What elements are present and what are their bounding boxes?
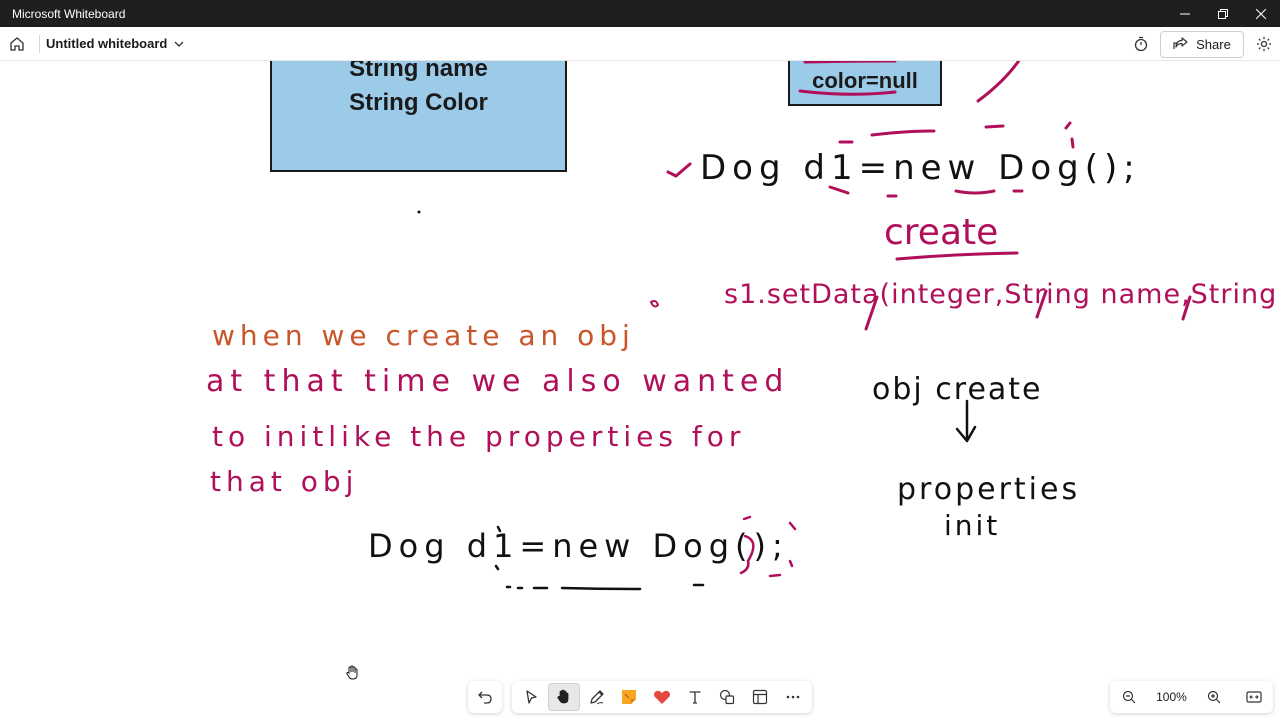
sticky-note-tool[interactable] bbox=[613, 683, 646, 711]
ink-note-top-right: Dog d1=new Dog(); bbox=[700, 148, 1141, 188]
ink-create-underline bbox=[895, 251, 1019, 261]
zoom-controls: 100% bbox=[1110, 681, 1273, 713]
zoom-in-icon bbox=[1207, 690, 1221, 704]
ink-dash-4 bbox=[1064, 121, 1075, 149]
select-tool[interactable] bbox=[515, 683, 548, 711]
ink-note-properties: properties bbox=[897, 472, 1080, 507]
ink-strike-top-right bbox=[803, 61, 897, 64]
zoom-level[interactable]: 100% bbox=[1156, 690, 1187, 704]
more-icon bbox=[786, 695, 800, 699]
home-icon bbox=[10, 36, 24, 51]
ink-para-line-2: at that time we also wanted bbox=[206, 364, 789, 399]
chevron-down-icon bbox=[174, 41, 184, 47]
ink-para-line-1: when we create an obj bbox=[212, 319, 635, 352]
undo-button[interactable] bbox=[468, 681, 502, 713]
text-tool[interactable] bbox=[678, 683, 711, 711]
templates-tool[interactable] bbox=[744, 683, 777, 711]
ink-dot-para bbox=[650, 300, 659, 308]
minimize-icon bbox=[1180, 13, 1190, 14]
ink-bottom-underline bbox=[560, 586, 642, 591]
close-button[interactable] bbox=[1242, 0, 1280, 27]
ink-underline-color-null bbox=[798, 89, 897, 96]
ink-layer: Dog d1=new Dog(); create s1.setData(inte… bbox=[206, 61, 1277, 591]
app-header: Untitled whiteboard Share bbox=[0, 27, 1280, 61]
sticky-note-icon bbox=[622, 690, 637, 704]
ink-para-line-4: that obj bbox=[210, 465, 358, 498]
heart-icon bbox=[654, 690, 671, 704]
ink-dash-1 bbox=[870, 129, 936, 137]
main-toolbar bbox=[512, 681, 812, 713]
ink-note-obj-create: obj create bbox=[872, 372, 1043, 407]
maximize-icon bbox=[1218, 8, 1228, 19]
pen-icon bbox=[590, 690, 604, 705]
timer-button[interactable] bbox=[1125, 28, 1157, 60]
undo-icon bbox=[478, 691, 492, 704]
ink-check bbox=[666, 162, 692, 178]
maximize-button[interactable] bbox=[1204, 0, 1242, 27]
close-icon bbox=[1256, 8, 1266, 19]
hand-icon bbox=[557, 689, 569, 704]
fit-to-screen-button[interactable] bbox=[1241, 684, 1267, 710]
hand-tool[interactable] bbox=[547, 683, 581, 711]
ink-dash-3 bbox=[984, 124, 1005, 129]
share-icon bbox=[1173, 37, 1188, 49]
fit-screen-icon bbox=[1246, 691, 1262, 703]
whiteboard-canvas[interactable]: String name String Color color=null Dog … bbox=[0, 61, 1280, 720]
ink-note-init: init bbox=[944, 509, 1000, 542]
text-icon bbox=[689, 691, 701, 704]
shapes-icon bbox=[720, 689, 735, 705]
share-label: Share bbox=[1196, 36, 1231, 52]
ink-down-arrow bbox=[955, 399, 977, 443]
shapes-tool[interactable] bbox=[711, 683, 744, 711]
zoom-out-button[interactable] bbox=[1116, 684, 1142, 710]
ink-curve-top bbox=[976, 61, 1021, 103]
ink-note-create: create bbox=[884, 212, 998, 253]
gear-icon bbox=[1257, 37, 1271, 51]
minimize-button[interactable] bbox=[1166, 0, 1204, 27]
app-title: Microsoft Whiteboard bbox=[12, 6, 126, 21]
pointer-icon bbox=[526, 690, 537, 704]
zoom-in-button[interactable] bbox=[1201, 684, 1227, 710]
ink-note-dog-bottom: Dog d1=new Dog(); bbox=[368, 527, 789, 565]
share-button[interactable]: Share bbox=[1160, 30, 1244, 58]
hand-cursor-icon bbox=[346, 665, 358, 680]
more-tools-button[interactable] bbox=[776, 683, 809, 711]
timer-icon bbox=[1134, 36, 1148, 52]
pen-tool[interactable] bbox=[580, 683, 613, 711]
ink-dot-card bbox=[417, 210, 421, 214]
title-bar: Microsoft Whiteboard bbox=[0, 0, 1280, 27]
board-title[interactable]: Untitled whiteboard bbox=[46, 36, 167, 51]
settings-button[interactable] bbox=[1248, 28, 1280, 60]
ink-para-line-3: to initlike the properties for bbox=[212, 420, 745, 453]
home-button[interactable] bbox=[1, 28, 33, 60]
whiteboard-app: Microsoft Whiteboard Untitled whiteboard… bbox=[0, 0, 1280, 720]
ink-note-setter: s1.setData(integer,String name,String bbox=[724, 279, 1277, 310]
board-menu-button[interactable] bbox=[173, 38, 185, 50]
zoom-out-icon bbox=[1122, 690, 1136, 704]
header-divider bbox=[39, 34, 40, 53]
reactions-tool[interactable] bbox=[646, 683, 679, 711]
header-actions: Share bbox=[1125, 27, 1280, 61]
ink-dash-5 bbox=[828, 185, 1024, 198]
template-icon bbox=[752, 689, 768, 705]
